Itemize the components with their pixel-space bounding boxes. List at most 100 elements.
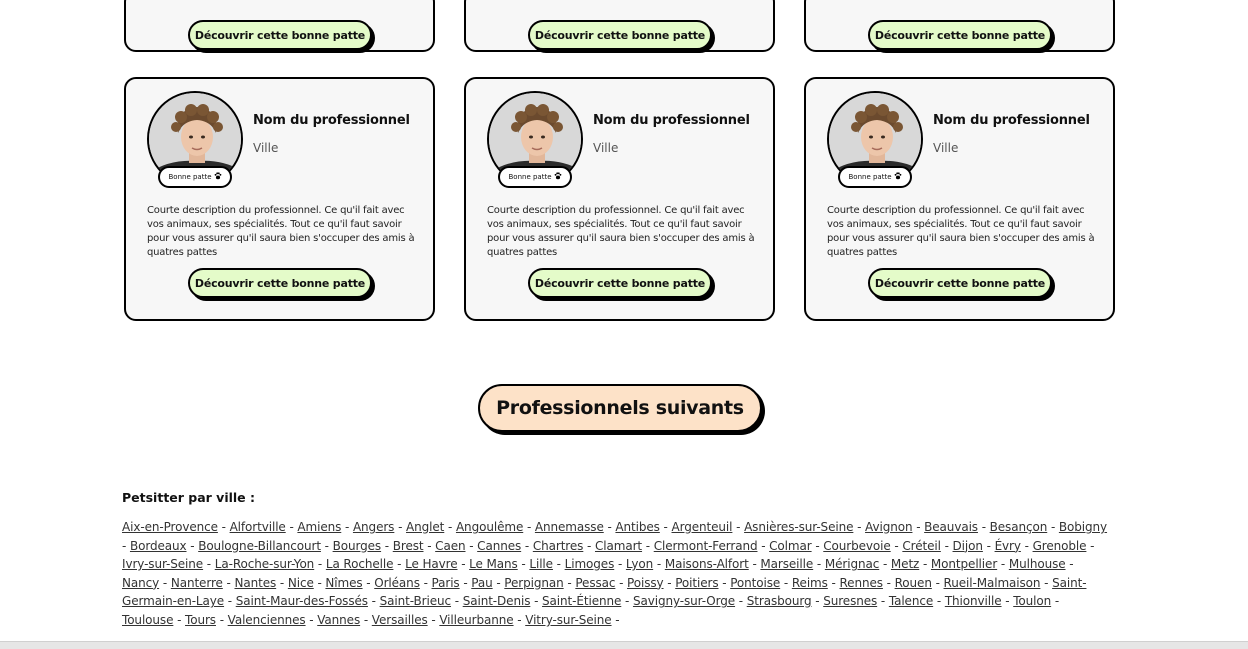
separator: - bbox=[219, 612, 224, 627]
city-link[interactable]: Bourges bbox=[333, 539, 382, 553]
city-link[interactable]: Caen bbox=[435, 539, 465, 553]
city-link[interactable]: Alfortville bbox=[230, 520, 286, 534]
city-link[interactable]: La Rochelle bbox=[326, 557, 394, 571]
city-link[interactable]: Boulogne-Billancourt bbox=[198, 539, 321, 553]
discover-button[interactable]: Découvrir cette bonne patte bbox=[868, 20, 1052, 50]
city-link[interactable]: Brest bbox=[393, 539, 424, 553]
city-link[interactable]: Pontoise bbox=[730, 576, 780, 590]
city-link[interactable]: Colmar bbox=[769, 539, 812, 553]
separator: - bbox=[986, 538, 991, 553]
city-link[interactable]: Versailles bbox=[372, 613, 428, 627]
city-link[interactable]: Poissy bbox=[627, 576, 664, 590]
city-link[interactable]: Créteil bbox=[902, 539, 941, 553]
separator: - bbox=[831, 575, 836, 590]
city-link[interactable]: Toulon bbox=[1013, 594, 1051, 608]
city-link[interactable]: Rouen bbox=[895, 576, 932, 590]
separator: - bbox=[448, 520, 453, 534]
city-link[interactable]: Mérignac bbox=[825, 557, 879, 571]
city-link[interactable]: Marseille bbox=[760, 557, 813, 571]
separator: - bbox=[556, 557, 561, 572]
city-link[interactable]: Amiens bbox=[297, 520, 341, 534]
city-link[interactable]: Cannes bbox=[477, 539, 521, 553]
city-link[interactable]: Lyon bbox=[626, 557, 653, 571]
city-link[interactable]: Montpellier bbox=[931, 557, 997, 571]
city-link[interactable]: Antibes bbox=[615, 520, 660, 534]
city-link[interactable]: Clermont-Ferrand bbox=[654, 539, 758, 553]
separator: - bbox=[317, 575, 322, 590]
city-link[interactable]: Poitiers bbox=[675, 576, 718, 590]
city-link[interactable]: Saint-Denis bbox=[463, 594, 531, 608]
city-link[interactable]: Chartres bbox=[533, 539, 584, 553]
city-link[interactable]: Rueil-Malmaison bbox=[944, 576, 1041, 590]
city-link[interactable]: Courbevoie bbox=[823, 539, 891, 553]
separator: - bbox=[761, 538, 766, 553]
pro-card-top-3: Découvrir cette bonne patte bbox=[804, 0, 1115, 52]
city-link[interactable]: La-Roche-sur-Yon bbox=[215, 557, 315, 571]
city-link[interactable]: Metz bbox=[891, 557, 919, 571]
city-link[interactable]: Nice bbox=[288, 576, 314, 590]
city-link[interactable]: Perpignan bbox=[504, 576, 563, 590]
separator: - bbox=[431, 612, 436, 627]
city-link[interactable]: Pessac bbox=[575, 576, 615, 590]
city-link[interactable]: Strasbourg bbox=[747, 594, 812, 608]
city-link[interactable]: Clamart bbox=[595, 539, 642, 553]
city-link[interactable]: Saint-Maur-des-Fossés bbox=[236, 594, 368, 608]
city-link[interactable]: Thionville bbox=[945, 594, 1002, 608]
separator: - bbox=[309, 612, 314, 627]
city-link[interactable]: Rennes bbox=[839, 576, 883, 590]
city-link[interactable]: Reims bbox=[792, 576, 828, 590]
city-link[interactable]: Anglet bbox=[406, 520, 444, 534]
next-professionals-button[interactable]: Professionnels suivants bbox=[478, 384, 762, 432]
separator: - bbox=[783, 575, 789, 590]
city-link[interactable]: Mulhouse bbox=[1009, 557, 1066, 571]
city-link[interactable]: Beauvais bbox=[924, 520, 978, 534]
discover-button[interactable]: Découvrir cette bonne patte bbox=[188, 268, 372, 298]
city-link[interactable]: Saint-Étienne bbox=[542, 594, 621, 608]
city-link[interactable]: Besançon bbox=[990, 520, 1048, 534]
city-link[interactable]: Évry bbox=[995, 539, 1021, 553]
city-link[interactable]: Angoulême bbox=[456, 520, 523, 534]
city-link[interactable]: Vitry-sur-Seine bbox=[525, 613, 611, 627]
city-link[interactable]: Lille bbox=[529, 557, 553, 571]
city-link[interactable]: Maisons-Alfort bbox=[665, 557, 749, 571]
city-link[interactable]: Asnières-sur-Seine bbox=[744, 520, 853, 534]
city-link[interactable]: Nantes bbox=[234, 576, 276, 590]
city-link[interactable]: Savigny-sur-Orge bbox=[633, 594, 735, 608]
city-link[interactable]: Angers bbox=[353, 520, 395, 534]
city-link[interactable]: Aix-en-Provence bbox=[122, 520, 218, 534]
city-link[interactable]: Nîmes bbox=[325, 576, 362, 590]
city-link[interactable]: Limoges bbox=[565, 557, 615, 571]
city-link[interactable]: Nancy bbox=[122, 576, 159, 590]
city-link[interactable]: Saint-Brieuc bbox=[380, 594, 452, 608]
city-link[interactable]: Suresnes bbox=[823, 594, 877, 608]
city-link[interactable]: Nanterre bbox=[171, 576, 223, 590]
city-link[interactable]: Talence bbox=[889, 594, 933, 608]
discover-button[interactable]: Découvrir cette bonne patte bbox=[528, 268, 712, 298]
city-link[interactable]: Ivry-sur-Seine bbox=[122, 557, 203, 571]
city-link[interactable]: Orléans bbox=[374, 576, 420, 590]
city-link[interactable]: Tours bbox=[185, 613, 216, 627]
city-link[interactable]: Grenoble bbox=[1033, 539, 1087, 553]
discover-button[interactable]: Découvrir cette bonne patte bbox=[868, 268, 1052, 298]
separator: - bbox=[815, 594, 820, 609]
city-link[interactable]: Pau bbox=[471, 576, 492, 590]
city-link[interactable]: Valenciennes bbox=[228, 613, 306, 627]
city-link[interactable]: Avignon bbox=[865, 520, 913, 534]
discover-button[interactable]: Découvrir cette bonne patte bbox=[188, 20, 372, 50]
city-link[interactable]: Bordeaux bbox=[130, 539, 187, 553]
city-link[interactable]: Argenteuil bbox=[672, 520, 733, 534]
city-link[interactable]: Bobigny bbox=[1059, 520, 1107, 534]
separator: - bbox=[317, 557, 323, 572]
city-link[interactable]: Villeurbanne bbox=[439, 613, 513, 627]
discover-button[interactable]: Découvrir cette bonne patte bbox=[528, 20, 712, 50]
city-link[interactable]: Toulouse bbox=[122, 613, 173, 627]
city-link[interactable]: Dijon bbox=[953, 539, 983, 553]
city-link[interactable]: Le Mans bbox=[469, 557, 518, 571]
separator: - bbox=[371, 594, 376, 609]
separator: - bbox=[162, 575, 168, 590]
separator: - bbox=[398, 520, 403, 534]
city-link[interactable]: Le Havre bbox=[405, 557, 458, 571]
city-link[interactable]: Vannes bbox=[317, 613, 360, 627]
city-link[interactable]: Paris bbox=[432, 576, 460, 590]
city-link[interactable]: Annemasse bbox=[535, 520, 604, 534]
